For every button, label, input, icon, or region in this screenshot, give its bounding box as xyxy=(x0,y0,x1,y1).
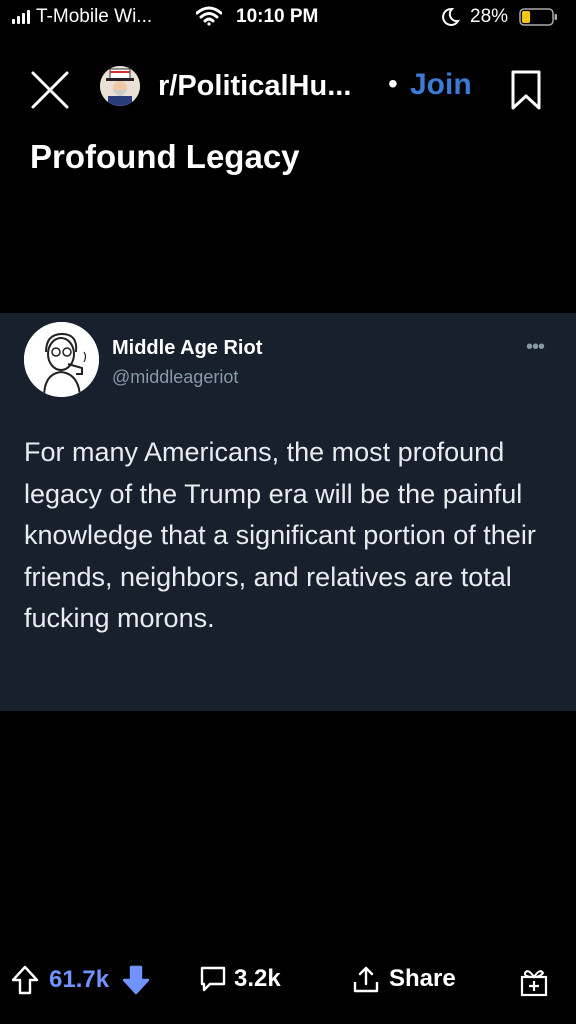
carrier-name: T-Mobile Wi... xyxy=(36,6,153,27)
join-button[interactable]: Join xyxy=(410,68,472,102)
subreddit-avatar[interactable] xyxy=(100,66,140,106)
comments-button[interactable]: 3.2k xyxy=(198,964,281,994)
battery-percent: 28% xyxy=(470,6,509,27)
more-icon: ••• xyxy=(526,336,545,358)
tweet-author-handle: @middleageriot xyxy=(112,367,239,387)
post-title: Profound Legacy xyxy=(30,138,300,175)
share-button[interactable]: Share xyxy=(351,964,456,994)
status-bar: T-Mobile Wi... 10:10 PM 28% xyxy=(0,0,576,36)
moon-icon xyxy=(442,7,460,26)
comment-icon xyxy=(200,966,226,992)
subreddit-name[interactable]: r/PoliticalHu... xyxy=(158,70,351,103)
comment-count: 3.2k xyxy=(234,965,281,992)
status-time: 10:10 PM xyxy=(236,6,319,27)
signal-icon xyxy=(12,10,30,24)
downvote-icon[interactable] xyxy=(121,964,151,996)
battery-icon xyxy=(519,8,557,26)
post-header: r/PoliticalHu... • Join xyxy=(0,56,576,120)
award-icon[interactable] xyxy=(518,966,550,998)
tweet-author-name: Middle Age Riot xyxy=(112,337,263,359)
tweet-avatar xyxy=(24,322,99,397)
upvote-count: 61.7k xyxy=(49,966,110,993)
wifi-icon xyxy=(196,6,222,26)
share-label: Share xyxy=(389,965,456,992)
separator-dot: • xyxy=(388,68,398,99)
bookmark-icon[interactable] xyxy=(509,68,543,112)
upvote-icon[interactable] xyxy=(10,964,40,996)
action-bar: 61.7k 3.2k Share xyxy=(0,956,576,1006)
share-icon xyxy=(353,966,379,993)
close-icon[interactable] xyxy=(28,68,72,112)
tweet-text: For many Americans, the most profound le… xyxy=(24,437,536,633)
vote-group: 61.7k xyxy=(10,964,151,996)
